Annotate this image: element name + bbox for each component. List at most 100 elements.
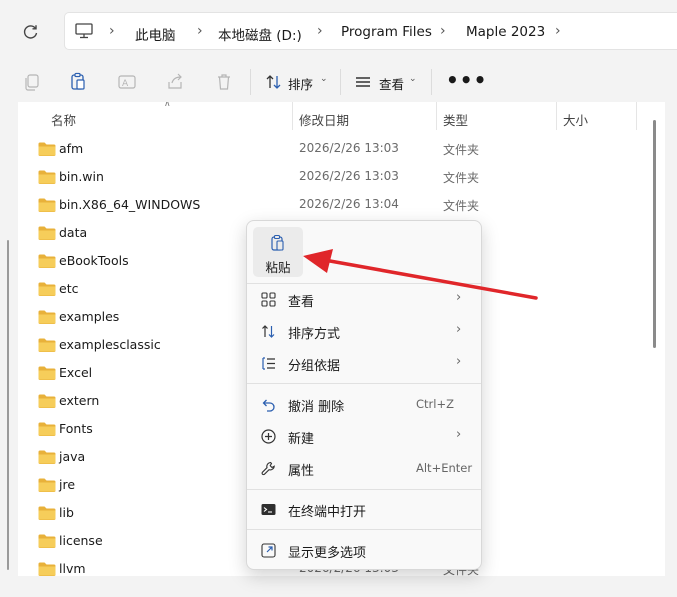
- column-header-name[interactable]: 名称: [51, 110, 76, 129]
- file-name: afm: [59, 141, 84, 156]
- chevron-right-icon: ›: [109, 23, 115, 39]
- folder-icon: [38, 506, 56, 520]
- folder-icon: [38, 394, 56, 408]
- menu-item-show-more-options[interactable]: 显示更多选项: [247, 535, 481, 565]
- file-name: lib: [59, 505, 74, 520]
- context-menu: 粘贴 查看 › 排序方式 › 分组依据 › 撤消 删除 Ctrl+Z 新建 › …: [246, 220, 482, 570]
- delete-icon[interactable]: [214, 72, 234, 95]
- menu-item-label: 查看: [288, 295, 315, 310]
- file-type: 文件夹: [443, 171, 480, 185]
- chevron-right-icon: ›: [456, 322, 462, 337]
- column-header-type[interactable]: 类型: [443, 110, 468, 129]
- paste-button[interactable]: 粘贴: [253, 227, 303, 277]
- chevron-right-icon[interactable]: ›: [317, 23, 323, 39]
- file-name: Fonts: [59, 421, 93, 436]
- folder-icon: [38, 562, 56, 576]
- file-type: 文件夹: [443, 143, 480, 157]
- command-bar: A 排序 ⌄ 查看 ⌄ •••: [0, 62, 677, 102]
- breadcrumb-this-pc[interactable]: 此电脑: [135, 24, 176, 44]
- chevron-right-icon[interactable]: ›: [197, 23, 203, 39]
- menu-item-label: 属性: [288, 464, 315, 479]
- sort-icon[interactable]: [264, 72, 284, 95]
- address-row: › 此电脑 › 本地磁盘 (D:) › Program Files › Mapl…: [0, 0, 677, 62]
- address-bar[interactable]: › 此电脑 › 本地磁盘 (D:) › Program Files › Mapl…: [64, 12, 677, 50]
- more-icon[interactable]: •••: [446, 68, 487, 92]
- menu-item-view[interactable]: 查看 ›: [247, 284, 481, 314]
- file-name: examplesclassic: [59, 337, 161, 352]
- view-icon[interactable]: [353, 72, 373, 95]
- view-button[interactable]: 查看: [379, 74, 404, 93]
- menu-item-label: 撤消 删除: [288, 400, 345, 415]
- column-header-size[interactable]: 大小: [563, 110, 588, 129]
- toolbar-divider: [250, 69, 251, 95]
- chevron-down-icon: ⌄: [320, 74, 328, 84]
- file-name: examples: [59, 309, 120, 324]
- folder-icon: [38, 198, 56, 212]
- list-item[interactable]: bin.win 2026/2/26 13:03 文件夹: [18, 163, 665, 191]
- file-name: llvm: [59, 561, 86, 576]
- breadcrumb-local-disk[interactable]: 本地磁盘 (D:): [218, 24, 302, 44]
- paste-icon[interactable]: [68, 72, 88, 95]
- file-name: etc: [59, 281, 79, 296]
- menu-item-group-by[interactable]: 分组依据 ›: [247, 348, 481, 378]
- breadcrumb-program-files[interactable]: Program Files: [341, 24, 432, 40]
- file-name: bin.win: [59, 169, 104, 184]
- chevron-right-icon[interactable]: ›: [440, 23, 446, 39]
- share-icon[interactable]: [165, 72, 185, 95]
- refresh-icon[interactable]: [18, 20, 44, 44]
- chevron-right-icon: ›: [456, 354, 462, 369]
- folder-icon: [38, 366, 56, 380]
- column-divider: [636, 102, 637, 130]
- file-date: 2026/2/26 13:04: [299, 197, 399, 211]
- vertical-scrollbar[interactable]: [653, 120, 656, 348]
- list-item[interactable]: afm 2026/2/26 13:03 文件夹: [18, 135, 665, 163]
- column-divider: [292, 102, 293, 130]
- rename-icon[interactable]: A: [117, 72, 137, 95]
- menu-item-label: 新建: [288, 432, 315, 447]
- file-name: extern: [59, 393, 100, 408]
- computer-icon: [74, 22, 94, 43]
- list-item[interactable]: bin.X86_64_WINDOWS 2026/2/26 13:04 文件夹: [18, 191, 665, 219]
- more-options-icon: [260, 542, 277, 562]
- chevron-right-icon: ›: [456, 427, 462, 442]
- folder-icon: [38, 450, 56, 464]
- menu-item-undo-delete[interactable]: 撤消 删除 Ctrl+Z: [247, 389, 481, 419]
- paste-label: 粘贴: [265, 260, 291, 275]
- file-name: java: [59, 449, 86, 464]
- status-bar: [0, 576, 677, 597]
- menu-item-open-terminal[interactable]: 在终端中打开: [247, 494, 481, 524]
- menu-item-properties[interactable]: 属性 Alt+Enter: [247, 453, 481, 483]
- svg-text:A: A: [122, 79, 129, 89]
- folder-icon: [38, 282, 56, 296]
- column-divider: [436, 102, 437, 130]
- copy-icon[interactable]: [22, 72, 42, 95]
- new-plus-icon: [260, 428, 277, 448]
- menu-item-label: 排序方式: [288, 327, 341, 342]
- undo-icon: [260, 396, 277, 416]
- folder-icon: [38, 422, 56, 436]
- file-type: 文件夹: [443, 199, 480, 213]
- chevron-right-icon[interactable]: ›: [555, 23, 561, 39]
- menu-item-sort-by[interactable]: 排序方式 ›: [247, 316, 481, 346]
- file-name: Excel: [59, 365, 93, 380]
- terminal-icon: [260, 501, 277, 521]
- folder-icon: [38, 338, 56, 352]
- wrench-icon: [260, 460, 277, 480]
- sort-button[interactable]: 排序: [288, 74, 313, 93]
- folder-icon: [38, 254, 56, 268]
- file-name: bin.X86_64_WINDOWS: [59, 197, 201, 212]
- folder-icon: [38, 534, 56, 548]
- chevron-right-icon: ›: [456, 290, 462, 305]
- menu-separator: [247, 383, 481, 384]
- toolbar-divider: [431, 69, 432, 95]
- column-header-date[interactable]: 修改日期: [299, 110, 349, 129]
- nav-pane-scrollbar[interactable]: [7, 240, 9, 570]
- file-date: 2026/2/26 13:03: [299, 141, 399, 155]
- menu-item-new[interactable]: 新建 ›: [247, 421, 481, 451]
- file-date: 2026/2/26 13:03: [299, 169, 399, 183]
- breadcrumb-maple-2023[interactable]: Maple 2023: [466, 24, 545, 40]
- column-divider: [556, 102, 557, 130]
- shortcut-label: Alt+Enter: [416, 461, 473, 475]
- menu-item-label: 分组依据: [288, 359, 341, 374]
- folder-icon: [38, 478, 56, 492]
